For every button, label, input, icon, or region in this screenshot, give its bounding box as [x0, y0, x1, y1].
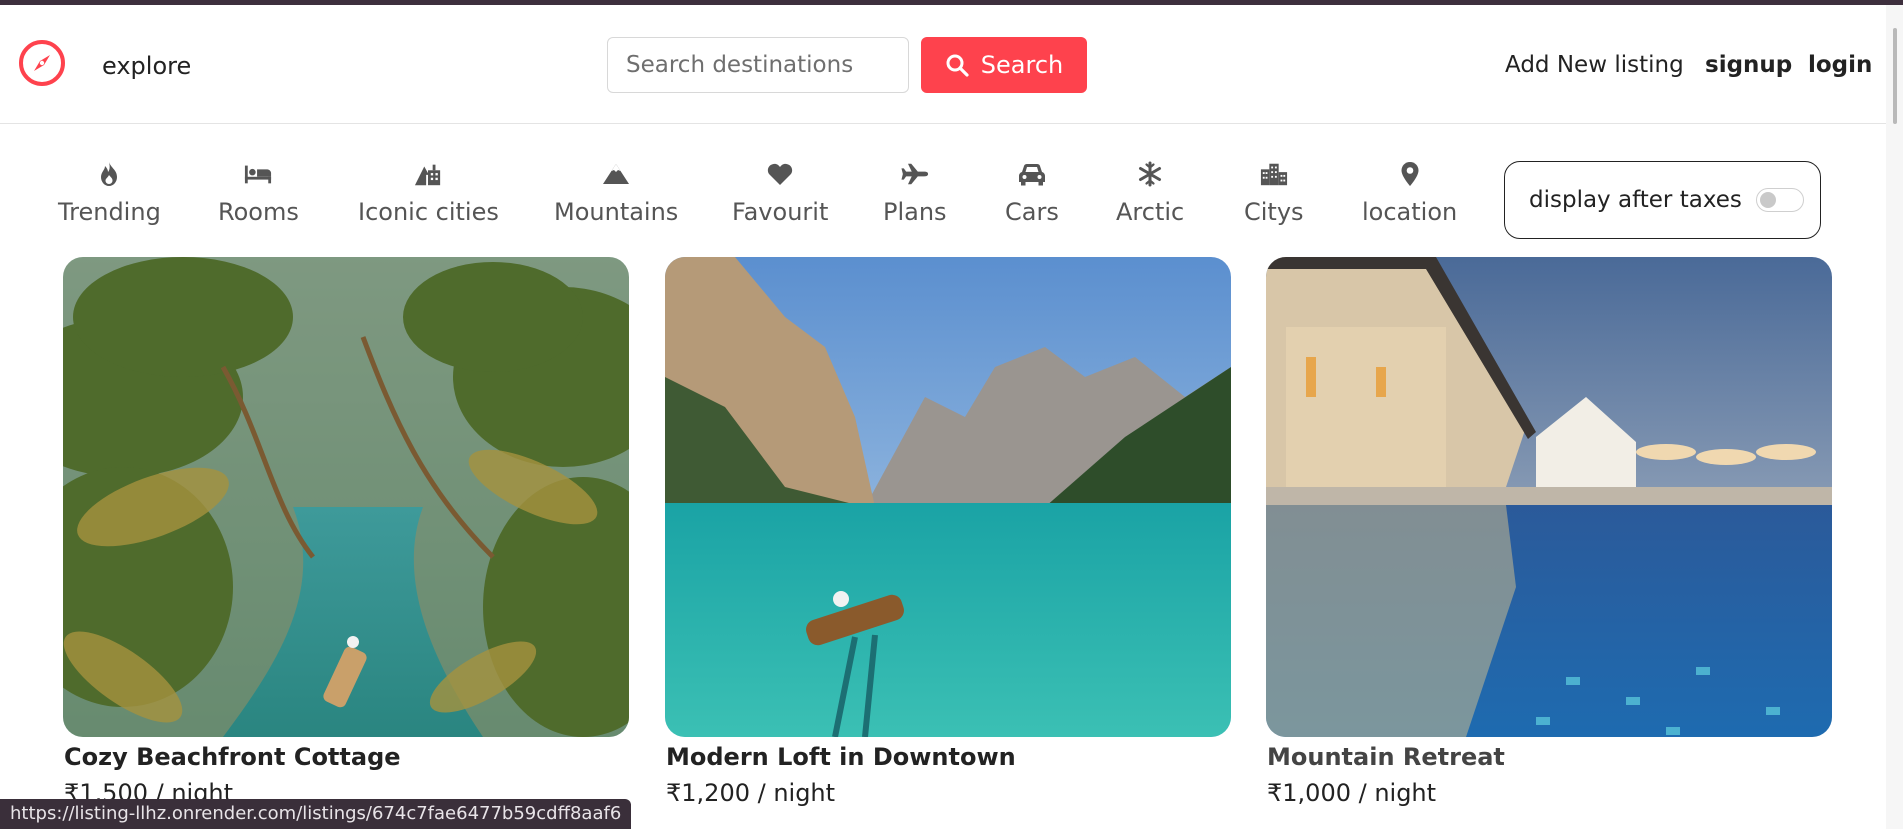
filter-cars[interactable]: Cars [1005, 160, 1059, 226]
tax-toggle-box: display after taxes [1504, 161, 1821, 239]
mountain-icon [602, 160, 630, 188]
navbar: explore Search Add New listing signup lo… [0, 5, 1886, 124]
filter-iconic-cities[interactable]: Iconic cities [358, 160, 499, 226]
search-input[interactable] [607, 37, 909, 93]
car-icon [1018, 160, 1046, 188]
filter-trending[interactable]: Trending [58, 160, 161, 226]
filter-label: Citys [1244, 198, 1304, 226]
filter-citys[interactable]: Citys [1244, 160, 1304, 226]
bed-icon [244, 160, 272, 188]
page-scrollbar[interactable] [1886, 5, 1903, 829]
filter-rooms[interactable]: Rooms [218, 160, 299, 226]
filter-mountains[interactable]: Mountains [554, 160, 678, 226]
signup-link[interactable]: signup [1705, 52, 1792, 78]
brand-link-explore[interactable]: explore [102, 52, 191, 80]
fire-icon [95, 160, 123, 188]
listing-card[interactable]: Modern Loft in Downtown ₹1,200 / night [665, 257, 1231, 807]
tax-toggle-label: display after taxes [1529, 187, 1742, 213]
search-icon [946, 54, 969, 77]
tax-toggle-switch[interactable] [1755, 188, 1804, 212]
status-bar-url: https://listing-llhz.onrender.com/listin… [0, 799, 632, 829]
listing-card[interactable]: Cozy Beachfront Cottage ₹1,500 / night [63, 257, 629, 807]
snowflake-icon [1136, 160, 1164, 188]
city-icon [1260, 160, 1288, 188]
search-button[interactable]: Search [921, 37, 1087, 93]
login-link[interactable]: login [1808, 52, 1872, 78]
location-pin-icon [1396, 160, 1424, 188]
listing-card[interactable]: Mountain Retreat ₹1,000 / night [1266, 257, 1832, 807]
listing-title[interactable]: Modern Loft in Downtown [666, 743, 1016, 771]
listing-title[interactable]: Mountain Retreat [1267, 743, 1505, 771]
filter-label: Mountains [554, 198, 679, 226]
scrollbar-thumb[interactable] [1893, 28, 1897, 124]
mountain-city-icon [414, 160, 442, 188]
filter-favourit[interactable]: Favourit [732, 160, 828, 226]
filter-label: location [1362, 198, 1458, 226]
add-new-listing-link[interactable]: Add New listing [1505, 52, 1684, 78]
switch-knob [1759, 192, 1776, 208]
filter-arctic[interactable]: Arctic [1116, 160, 1184, 226]
listing-image-mountain-retreat[interactable] [1266, 257, 1832, 737]
filter-label: Iconic cities [358, 198, 499, 226]
listing-title[interactable]: Cozy Beachfront Cottage [64, 743, 401, 771]
filter-label: Plans [883, 198, 947, 226]
filter-label: Favourit [732, 198, 829, 226]
filter-label: Trending [58, 198, 161, 226]
listing-price: ₹1,200 / night [666, 779, 836, 807]
filter-location[interactable]: location [1362, 160, 1457, 226]
listing-price: ₹1,000 / night [1267, 779, 1437, 807]
filter-label: Arctic [1116, 198, 1185, 226]
filter-label: Cars [1005, 198, 1059, 226]
filter-plans[interactable]: Plans [883, 160, 947, 226]
compass-icon[interactable] [17, 38, 67, 88]
search-button-label: Search [980, 51, 1064, 79]
heart-icon [766, 160, 794, 188]
plane-icon [901, 160, 929, 188]
listing-image-beachfront[interactable] [63, 257, 629, 737]
filter-label: Rooms [218, 198, 299, 226]
listing-image-loft[interactable] [665, 257, 1231, 737]
